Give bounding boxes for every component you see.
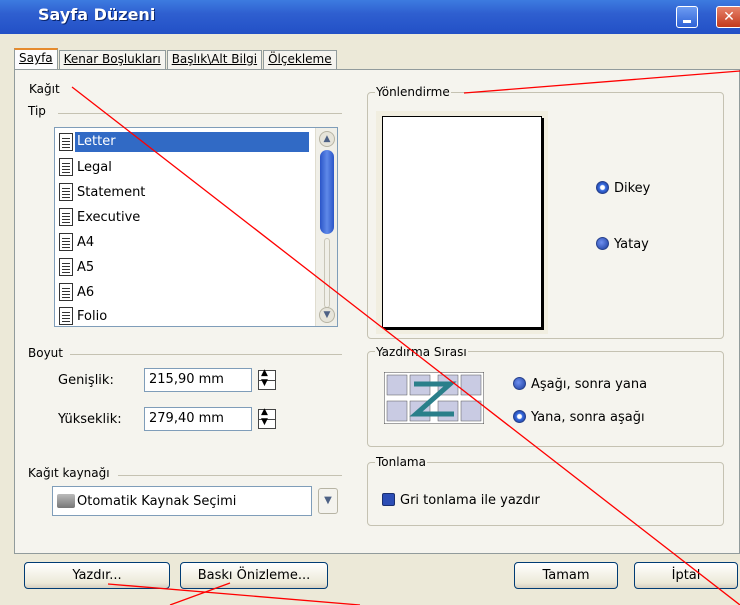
document-icon [59,158,73,176]
type-label: Tip [27,104,47,118]
list-item[interactable]: A5 [59,255,309,279]
tab-olcekleme[interactable]: Ölçekleme [263,50,337,70]
print-order-group-label: Yazdırma Sırası [375,345,468,359]
scroll-down-icon[interactable]: ▼ [319,307,335,323]
close-button[interactable]: ✕ [716,6,740,28]
list-item[interactable]: Letter [59,130,309,154]
list-item[interactable]: Executive [59,205,309,229]
width-label: Genişlik: [58,373,114,388]
height-field[interactable]: 279,40 mm [144,407,252,431]
ok-button[interactable]: Tamam [514,562,618,589]
height-spinner[interactable] [258,407,276,429]
portrait-label[interactable]: Dikey [614,181,650,196]
size-separator [70,354,342,355]
list-item[interactable]: A4 [59,230,309,254]
title-bar: Sayfa Düzeni ✕ [0,0,740,34]
document-icon [59,233,73,251]
down-then-across-radio[interactable] [513,377,526,390]
width-field[interactable]: 215,90 mm [144,368,252,392]
paper-type-list[interactable]: Letter Legal Statement Executive A4 A5 A… [54,127,338,327]
tab-strip: Sayfa Kenar Boşlukları Başlık\Alt Bilgi … [14,48,338,70]
type-separator [58,113,342,114]
across-then-down-label[interactable]: Yana, sonra aşağı [531,410,645,425]
paper-group-label: Kağıt [28,82,61,96]
scroll-thumb[interactable] [320,150,334,234]
landscape-radio[interactable] [596,237,609,250]
source-separator [118,475,342,476]
chevron-down-icon[interactable]: ▼ [318,488,338,514]
list-item[interactable]: Legal [59,155,309,179]
list-scrollbar[interactable]: ▲ ▼ [315,128,337,326]
width-spinner[interactable] [258,368,276,390]
portrait-radio[interactable] [596,181,609,194]
paper-source-select[interactable]: Otomatik Kaynak Seçimi [52,486,312,516]
tab-kenar-bosluklari[interactable]: Kenar Boşlukları [58,50,166,70]
list-item[interactable]: Statement [59,180,309,204]
print-order-icon [384,372,484,424]
print-button[interactable]: Yazdır... [24,562,170,589]
orientation-preview [376,111,548,334]
window-title: Sayfa Düzeni [38,5,156,24]
height-label: Yükseklik: [58,412,122,427]
landscape-label[interactable]: Yatay [614,237,649,252]
orientation-group-label: Yönlendirme [375,85,451,99]
grayscale-checkbox[interactable] [382,493,395,506]
cancel-button[interactable]: İptal [634,562,738,589]
tab-sayfa[interactable]: Sayfa [14,48,58,70]
page-preview-sheet [382,116,542,328]
print-preview-button[interactable]: Baskı Önizleme... [180,562,328,589]
document-icon [59,258,73,276]
printer-icon [57,494,75,508]
paper-source-value: Otomatik Kaynak Seçimi [77,493,237,509]
minimize-button[interactable] [676,6,698,28]
size-label: Boyut [27,346,64,360]
grayscale-label[interactable]: Gri tonlama ile yazdır [400,493,540,508]
document-icon [59,307,73,325]
document-icon [59,183,73,201]
list-item[interactable]: Folio [59,304,309,328]
document-icon [59,208,73,226]
across-then-down-radio[interactable] [513,410,526,423]
source-label: Kağıt kaynağı [27,466,111,480]
list-item[interactable]: A6 [59,280,309,304]
scroll-up-icon[interactable]: ▲ [319,131,335,147]
tab-baslik-alt-bilgi[interactable]: Başlık\Alt Bilgi [166,50,263,70]
scroll-track[interactable] [324,238,330,308]
document-icon [59,133,73,151]
down-then-across-label[interactable]: Aşağı, sonra yana [531,377,647,392]
document-icon [59,283,73,301]
shading-group-label: Tonlama [375,455,427,469]
